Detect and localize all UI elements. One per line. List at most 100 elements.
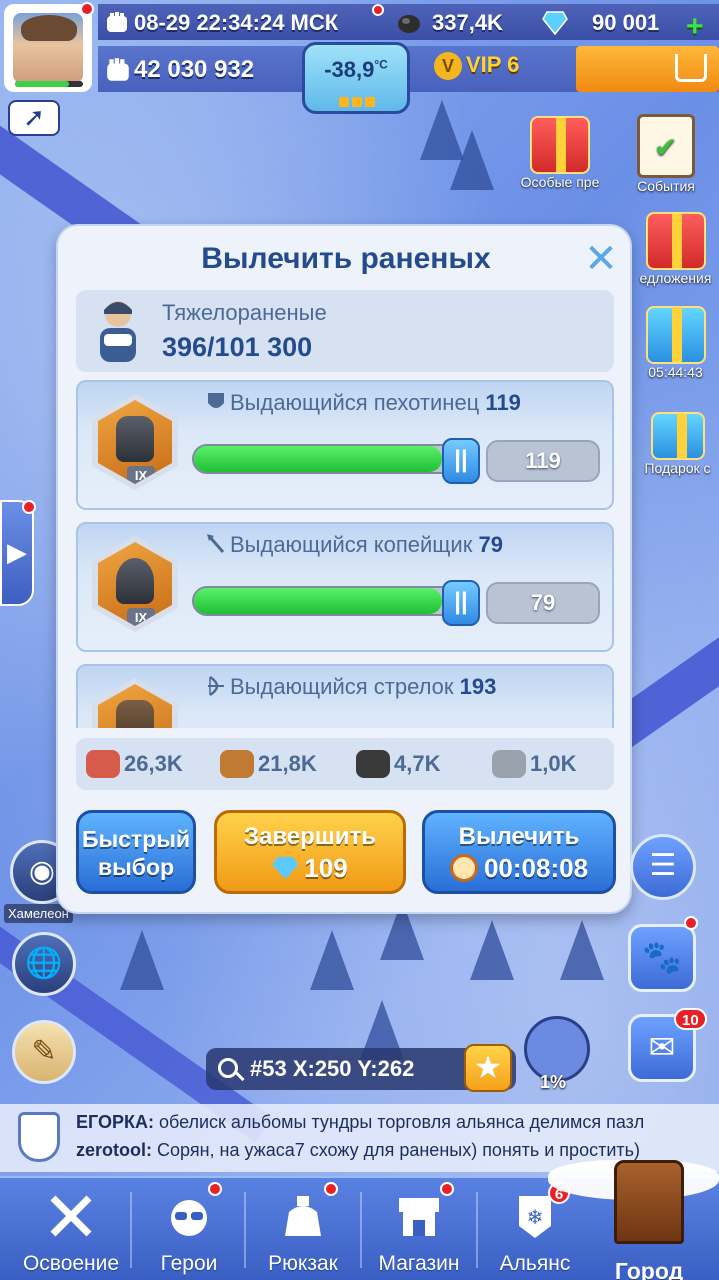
slider-fill bbox=[194, 588, 443, 614]
bookmark-button[interactable]: ★ bbox=[464, 1044, 512, 1092]
world-button[interactable]: 🌐 bbox=[12, 932, 76, 996]
coal-cost: 4,7K bbox=[356, 750, 440, 778]
slider-handle[interactable]: || bbox=[442, 438, 480, 484]
power-value: 42 030 932 bbox=[134, 56, 255, 83]
add-gems-button[interactable]: + bbox=[686, 10, 704, 44]
slider-handle[interactable]: || bbox=[442, 580, 480, 626]
paw-icon: 🐾 bbox=[642, 939, 682, 975]
unit-row-infantry: IX Выдающийся пехотинец 119 || 119 bbox=[76, 380, 614, 510]
quantity-slider[interactable]: || bbox=[192, 580, 480, 626]
unit-portrait bbox=[92, 678, 178, 728]
health-bar bbox=[15, 81, 83, 87]
quantity-input[interactable]: 119 bbox=[486, 440, 600, 482]
menu-button[interactable]: ☰ bbox=[630, 834, 696, 900]
nav-backpack[interactable]: Рюкзак bbox=[244, 1178, 362, 1280]
unit-name: Выдающийся копейщик 79 bbox=[206, 532, 503, 558]
side-panel-toggle[interactable]: ▶ bbox=[0, 500, 34, 606]
swords-icon bbox=[45, 1190, 97, 1242]
temperature-display[interactable]: -38,9°C bbox=[302, 42, 410, 114]
unit-row-spearman: IX Выдающийся копейщик 79 || 79 bbox=[76, 522, 614, 652]
slider-fill bbox=[194, 446, 443, 472]
coal-icon bbox=[356, 750, 390, 778]
quests-button[interactable]: ✎ bbox=[12, 1020, 76, 1084]
gem-icon bbox=[542, 11, 568, 36]
close-icon: ✕ bbox=[584, 237, 618, 281]
nav-shop[interactable]: Магазин bbox=[360, 1178, 478, 1280]
shield-icon bbox=[208, 393, 224, 408]
iron-icon bbox=[492, 750, 526, 778]
hero-face-icon bbox=[163, 1190, 215, 1242]
nav-exploration[interactable]: Освоение bbox=[12, 1178, 130, 1280]
bag-icon bbox=[277, 1190, 329, 1242]
top-bar: 08-29 22:34:24 МСК 337,4K 90 001 + 42 03… bbox=[0, 0, 719, 114]
alliance-shield-icon bbox=[18, 1112, 60, 1162]
clipboard-icon bbox=[637, 114, 695, 178]
spear-icon bbox=[207, 534, 225, 553]
eye-icon: ◉ bbox=[28, 855, 56, 888]
mail-badge: 10 bbox=[674, 1008, 707, 1030]
fist-icon bbox=[107, 12, 127, 32]
envelope-icon: ✉ bbox=[648, 1029, 676, 1065]
player-avatar[interactable] bbox=[4, 4, 92, 92]
svg-text:❄: ❄ bbox=[527, 1207, 544, 1229]
store-icon bbox=[393, 1190, 445, 1242]
quantity-slider[interactable]: || bbox=[192, 438, 480, 484]
gift-box-icon bbox=[645, 212, 706, 270]
dialog-title: Вылечить раненых bbox=[201, 242, 491, 275]
close-button[interactable]: ✕ bbox=[584, 239, 618, 279]
scroll-icon: ✎ bbox=[31, 1035, 57, 1068]
unit-list[interactable]: IX Выдающийся пехотинец 119 || 119 IX Вы… bbox=[74, 380, 618, 728]
wood-icon bbox=[220, 750, 254, 778]
wounded-summary: Тяжелораненые 396/101 300 bbox=[76, 290, 614, 372]
chat-message: zerotool: Сорян, на ужаса7 схожу для ран… bbox=[76, 1140, 640, 1160]
meat-icon bbox=[86, 750, 120, 778]
coal-icon bbox=[398, 15, 420, 33]
unit-row-archer: Выдающийся стрелок 193 bbox=[76, 664, 614, 728]
gift-button[interactable]: Подарок с bbox=[636, 412, 719, 476]
finish-button[interactable]: Завершить 109 bbox=[214, 810, 406, 894]
wood-cost: 21,8K bbox=[220, 750, 317, 778]
gem-amount: 90 001 bbox=[592, 10, 660, 35]
unit-portrait: IX bbox=[92, 536, 178, 632]
search-icon bbox=[218, 1058, 238, 1078]
unit-name: Выдающийся пехотинец 119 bbox=[206, 390, 521, 416]
globe-icon: 🌐 bbox=[25, 947, 63, 980]
resource-cost-bar: 26,3K 21,8K 4,7K 1,0K bbox=[76, 738, 614, 790]
gift-icon bbox=[530, 116, 590, 174]
clock-icon bbox=[449, 854, 478, 882]
power-icon bbox=[107, 58, 129, 81]
list-icon: ☰ bbox=[649, 849, 677, 882]
events-button[interactable]: События bbox=[624, 114, 708, 194]
vip-button[interactable]: V VIP 6 bbox=[434, 52, 519, 80]
timer-gift-icon bbox=[645, 306, 706, 364]
heal-wounded-dialog: Вылечить раненых ✕ Тяжелораненые 396/101… bbox=[56, 224, 632, 914]
unit-name: Выдающийся стрелок 193 bbox=[206, 674, 496, 700]
quick-select-button[interactable]: Быстрый выбор bbox=[76, 810, 196, 894]
coal-amount: 337,4K bbox=[432, 10, 503, 35]
expand-button[interactable]: ➚ bbox=[8, 100, 60, 136]
unit-portrait: IX bbox=[92, 394, 178, 490]
meat-cost: 26,3K bbox=[86, 750, 183, 778]
present-icon bbox=[650, 412, 705, 460]
quantity-input[interactable]: 79 bbox=[486, 582, 600, 624]
tier-badge: IX bbox=[127, 608, 155, 626]
bow-icon bbox=[208, 675, 224, 697]
chat-message: ЕГОРКА: обелиск альбомы тундры торговля … bbox=[76, 1112, 645, 1132]
furnace-level-indicator bbox=[339, 97, 375, 107]
heal-button[interactable]: Вылечить 00:08:08 bbox=[422, 810, 616, 894]
timed-gift-button[interactable]: 05:44:43 bbox=[632, 306, 719, 380]
vip-icon: V bbox=[434, 52, 462, 80]
wounded-label: Тяжелораненые bbox=[162, 300, 327, 325]
offers-button[interactable]: едложения bbox=[632, 212, 719, 286]
server-datetime: 08-29 22:34:24 МСК bbox=[134, 10, 339, 35]
special-offers-button[interactable]: Особые пре bbox=[512, 116, 608, 190]
avatar-notification-dot bbox=[80, 2, 94, 16]
gem-icon bbox=[272, 857, 299, 879]
iron-cost: 1,0K bbox=[492, 750, 576, 778]
nav-city[interactable]: Город bbox=[590, 1176, 708, 1280]
wounded-count: 396/101 300 bbox=[162, 332, 313, 362]
nav-heroes[interactable]: Герои bbox=[130, 1178, 248, 1280]
shop-offer-button[interactable] bbox=[576, 46, 719, 92]
cart-icon bbox=[675, 54, 707, 82]
pet-button[interactable]: 🐾 bbox=[628, 924, 696, 992]
